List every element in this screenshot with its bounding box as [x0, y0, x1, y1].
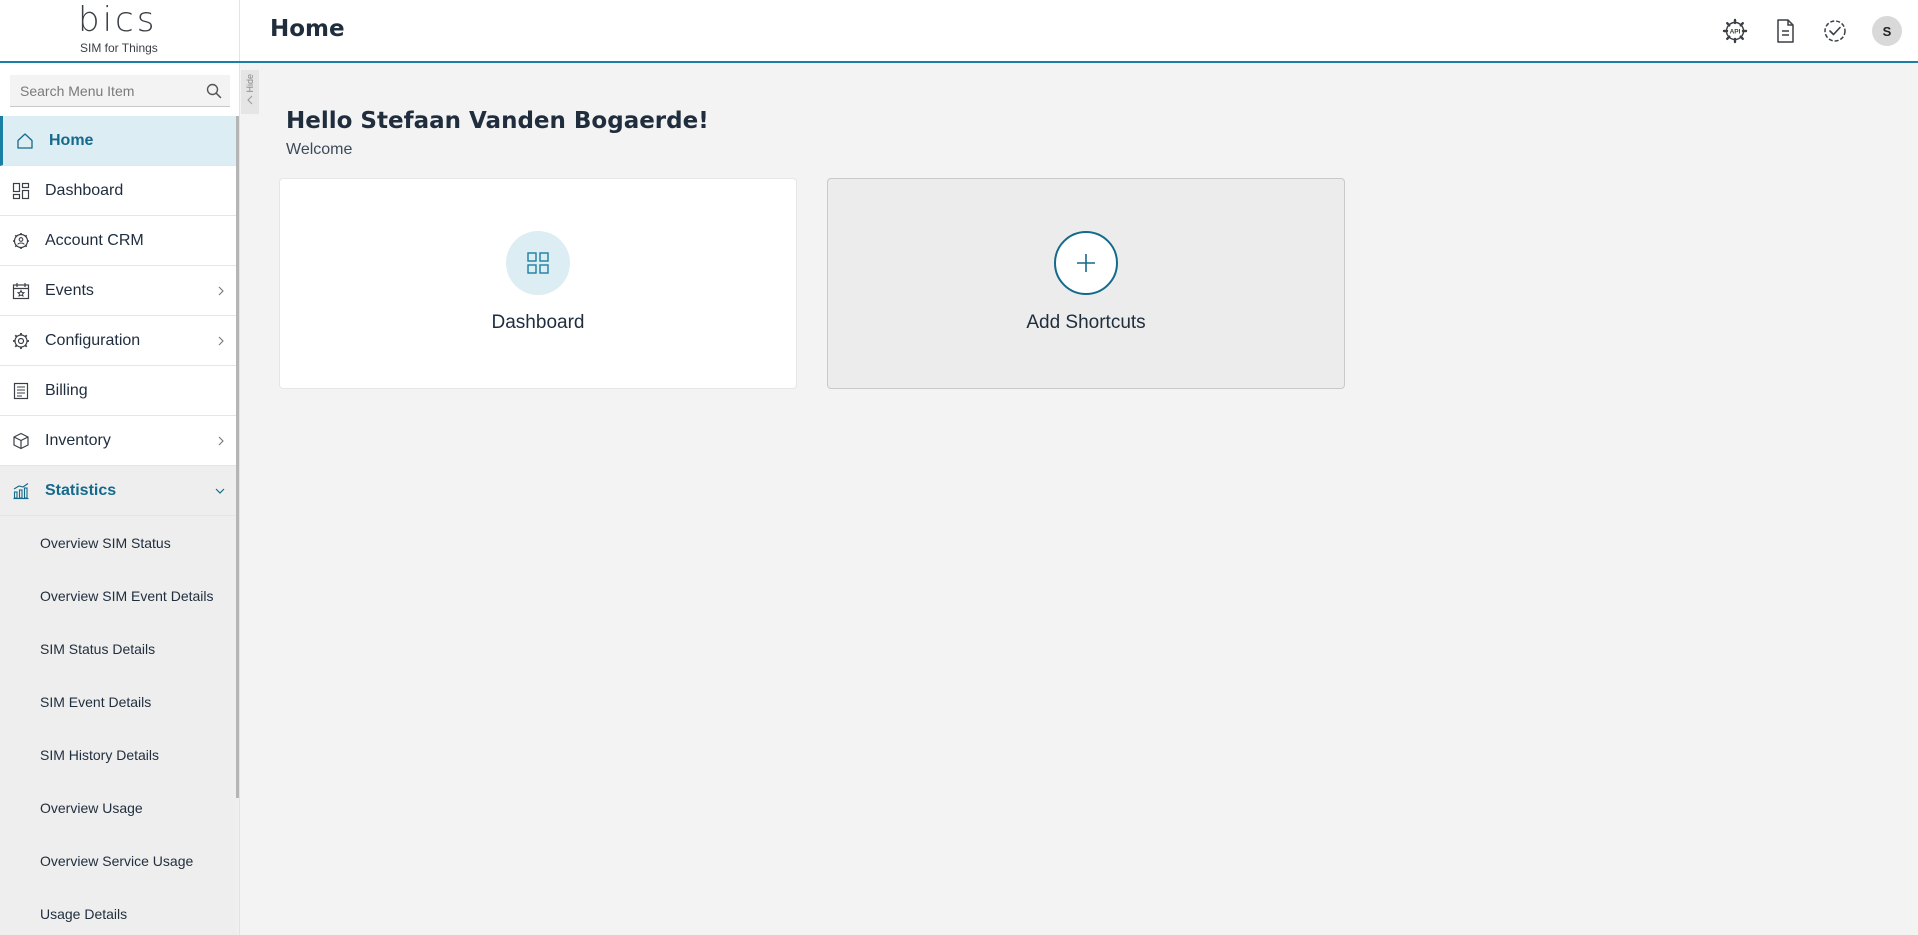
greeting-heading: Hello Stefaan Vanden Bogaerde! [286, 108, 709, 134]
sidebar-subitem-overview-sim-status[interactable]: Overview SIM Status [0, 516, 236, 569]
chevron-down-icon [215, 488, 225, 494]
user-avatar[interactable]: S [1872, 16, 1902, 46]
sidebar-item-configuration[interactable]: Configuration [0, 316, 236, 366]
sidebar-item-events[interactable]: Events [0, 266, 236, 316]
sidebar-subitem-overview-service-usage[interactable]: Overview Service Usage [0, 834, 236, 887]
sidebar-item-label: Statistics [45, 481, 117, 499]
sidebar-search [10, 75, 230, 107]
billing-icon [13, 382, 29, 400]
top-bar: bics SIM for Things Home API S [0, 0, 1918, 63]
sidebar-subitem-overview-sim-event-details[interactable]: Overview SIM Event Details [0, 569, 236, 622]
sidebar-item-label: Billing [45, 381, 88, 399]
sidebar-subitem-sim-status-details[interactable]: SIM Status Details [0, 622, 236, 675]
add-shortcuts-card[interactable]: Add Shortcuts [827, 178, 1345, 389]
account-icon [13, 233, 29, 249]
chevron-right-icon [218, 436, 224, 446]
card-label: Dashboard [491, 312, 585, 333]
header-actions: API S [1718, 14, 1918, 48]
sidebar-item-label: Inventory [45, 431, 111, 449]
sidebar-item-label: Dashboard [45, 181, 124, 199]
check-circle-icon[interactable] [1818, 14, 1852, 48]
sidebar-item-billing[interactable]: Billing [0, 366, 236, 416]
sidebar-item-dashboard[interactable]: Dashboard [0, 166, 236, 216]
dashboard-icon [527, 252, 549, 274]
sidebar-item-account-crm[interactable]: Account CRM [0, 216, 236, 266]
sidebar-item-label: Events [45, 281, 94, 299]
sidebar-item-statistics[interactable]: Statistics [0, 466, 236, 516]
sidebar-subitem-overview-usage[interactable]: Overview Usage [0, 781, 236, 834]
dashboard-icon [12, 182, 30, 200]
chevron-right-icon [218, 336, 224, 346]
chevron-right-icon [218, 286, 224, 296]
brand-logo[interactable]: bics SIM for Things [0, 0, 240, 61]
api-settings-icon[interactable]: API [1718, 14, 1752, 48]
dashboard-card-icon-circle [506, 231, 570, 295]
sidebar-subitem-usage-details[interactable]: Usage Details [0, 887, 236, 935]
document-icon[interactable] [1768, 14, 1802, 48]
dashboard-shortcut-card[interactable]: Dashboard [279, 178, 797, 389]
sidebar-item-home[interactable]: Home [0, 116, 236, 166]
scrollbar-thumb[interactable] [236, 116, 239, 798]
chart-icon [13, 483, 29, 500]
brand-tagline: SIM for Things [80, 41, 158, 55]
statistics-submenu: Overview SIM Status Overview SIM Event D… [0, 516, 236, 935]
sidebar-subitem-sim-event-details[interactable]: SIM Event Details [0, 675, 236, 728]
sidebar-scrollbar[interactable] [236, 116, 239, 935]
search-icon[interactable] [206, 83, 222, 99]
plus-icon [1077, 254, 1095, 272]
sidebar-subitem-sim-history-details[interactable]: SIM History Details [0, 728, 236, 781]
sidebar-menu: Home Dashboard Account CRM Events Config… [0, 116, 236, 935]
welcome-text: Welcome [286, 141, 353, 158]
box-icon [13, 432, 29, 450]
page-title: Home [270, 16, 345, 42]
sidebar-item-label: Configuration [45, 331, 141, 349]
events-icon [12, 283, 30, 300]
home-icon [17, 133, 33, 149]
gear-icon [13, 333, 29, 349]
search-input[interactable] [10, 75, 200, 106]
sidebar-item-inventory[interactable]: Inventory [0, 416, 236, 466]
svg-text:API: API [1730, 29, 1741, 36]
card-label: Add Shortcuts [1026, 312, 1146, 333]
add-card-icon-circle [1054, 231, 1118, 295]
sidebar-item-label: Home [49, 131, 94, 149]
sidebar: Home Dashboard Account CRM [0, 63, 240, 935]
main-content: Hello Stefaan Vanden Bogaerde! Welcome D… [241, 63, 1918, 935]
sidebar-item-label: Account CRM [45, 231, 144, 249]
brand-name: bics [78, 0, 158, 40]
